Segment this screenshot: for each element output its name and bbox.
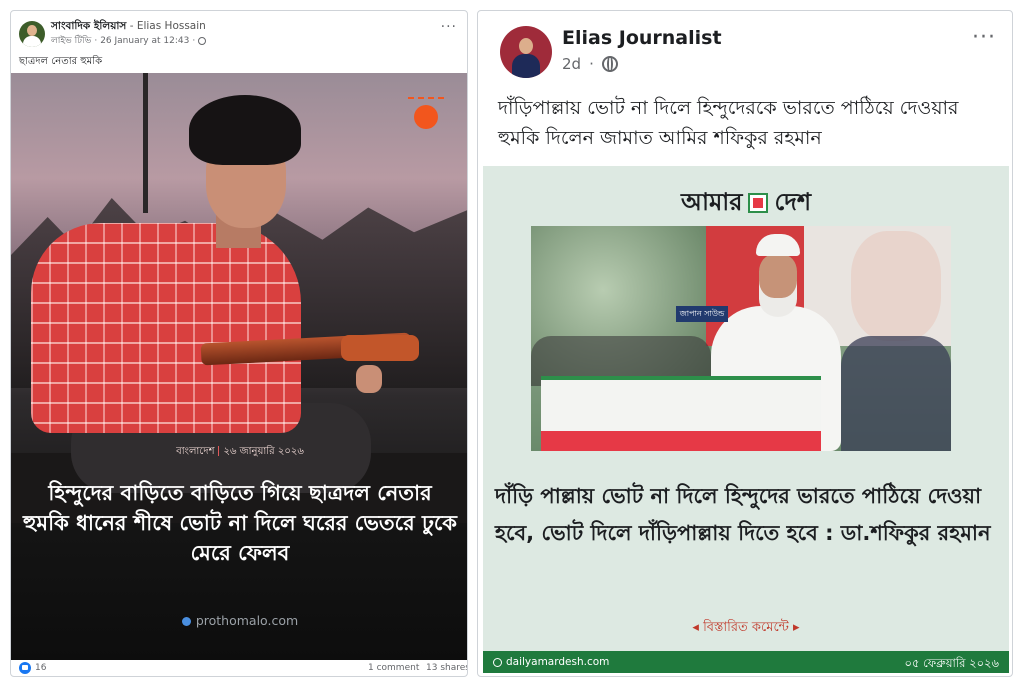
image-dateline: বাংলাদেশ ২৬ জানুয়ারি ২০২৬ bbox=[11, 444, 467, 461]
person-shirt-graphic bbox=[31, 223, 301, 433]
more-options-button[interactable]: ··· bbox=[441, 19, 457, 35]
brand-logo-icon bbox=[748, 193, 769, 213]
brand-right-text: দেশ bbox=[774, 188, 812, 216]
post-footer: 16 1 comment 13 shares bbox=[11, 660, 467, 676]
person-hair-graphic bbox=[189, 95, 301, 165]
author-name-bn[interactable]: সাংবাদিক ইলিয়াস bbox=[51, 20, 126, 32]
news-headline: দাঁড়ি পাল্লায় ভোট না দিলে হিন্দুদের ভা… bbox=[495, 484, 991, 545]
site-text: dailyamardesh.com bbox=[506, 656, 610, 668]
image-headline: হিন্দুদের বাড়িতে বাড়িতে গিয়ে ছাত্রদল … bbox=[23, 481, 457, 565]
news-photo: জাপান সাউন্ড bbox=[531, 226, 951, 451]
pole-graphic bbox=[143, 73, 148, 213]
more-options-button[interactable]: ··· bbox=[972, 25, 996, 50]
post-meta: লাইভ টিভি · 26 January at 12:43 · bbox=[51, 33, 207, 48]
author-name-en: - Elias Hossain bbox=[126, 20, 206, 32]
newspaper-brand: আমার দেশ bbox=[483, 184, 1009, 224]
post-image[interactable]: বাংলাদেশ ২৬ জানুয়ারি ২০২৬ হিন্দুদের বাড়… bbox=[11, 73, 467, 660]
author-name[interactable]: Elias Journalist bbox=[562, 27, 722, 49]
brand-left-text: আমার bbox=[680, 188, 743, 216]
news-card-image[interactable]: আমার দেশ জাপান সাউন্ড দাঁড়ি পাল্লায় ভোট… bbox=[483, 166, 1009, 671]
author-avatar[interactable] bbox=[500, 26, 552, 78]
share-count[interactable]: 13 shares bbox=[426, 663, 467, 673]
source-logo-icon bbox=[181, 617, 191, 626]
microphone-sign: জাপান সাউন্ড bbox=[676, 306, 728, 322]
card-footer-bar: dailyamardesh.com ০৫ ফেব্রুয়ারি ২০২৬ bbox=[483, 651, 1009, 673]
sun-rays-icon bbox=[408, 97, 444, 105]
like-reaction-icon[interactable] bbox=[19, 662, 31, 674]
image-source: prothomalo.com bbox=[11, 613, 467, 628]
author-avatar[interactable] bbox=[19, 21, 45, 47]
reaction-count[interactable]: 16 bbox=[35, 663, 46, 673]
sun-logo-icon bbox=[414, 105, 438, 129]
post-meta: 2d · bbox=[562, 55, 618, 73]
globe-icon bbox=[601, 56, 618, 72]
post-caption: ছাত্রদল নেতার হুমকি bbox=[19, 56, 103, 67]
post-timestamp[interactable]: 2d bbox=[562, 55, 581, 73]
post-timestamp[interactable]: 26 January at 12:43 bbox=[100, 36, 189, 46]
right-facebook-post: Elias Journalist 2d · ··· দাঁড়িপাল্লায়… bbox=[477, 10, 1013, 677]
dateline-date: ২৬ জানুয়ারি ২০২৬ bbox=[223, 446, 304, 457]
globe-icon bbox=[198, 36, 207, 45]
page-label[interactable]: লাইভ টিভি bbox=[51, 33, 91, 48]
card-date: ০৫ ফেব্রুয়ারি ২০২৬ bbox=[904, 656, 999, 670]
hand-graphic bbox=[356, 365, 382, 393]
source-text: prothomalo.com bbox=[195, 613, 299, 628]
comment-count[interactable]: 1 comment bbox=[368, 663, 419, 673]
gun-barrel-graphic bbox=[341, 335, 419, 361]
site-logo-icon bbox=[493, 657, 502, 667]
left-facebook-post: সাংবাদিক ইলিয়াস - Elias Hossain লাইভ টি… bbox=[10, 10, 468, 677]
post-caption: দাঁড়িপাল্লায় ভোট না দিলে হিন্দুদেরকে ভ… bbox=[498, 97, 959, 149]
details-in-comments-link[interactable]: ◂ বিস্তারিত কমেন্টে ▸ bbox=[483, 618, 1009, 639]
card-site: dailyamardesh.com bbox=[493, 656, 609, 668]
dateline-region: বাংলাদেশ bbox=[176, 446, 215, 457]
